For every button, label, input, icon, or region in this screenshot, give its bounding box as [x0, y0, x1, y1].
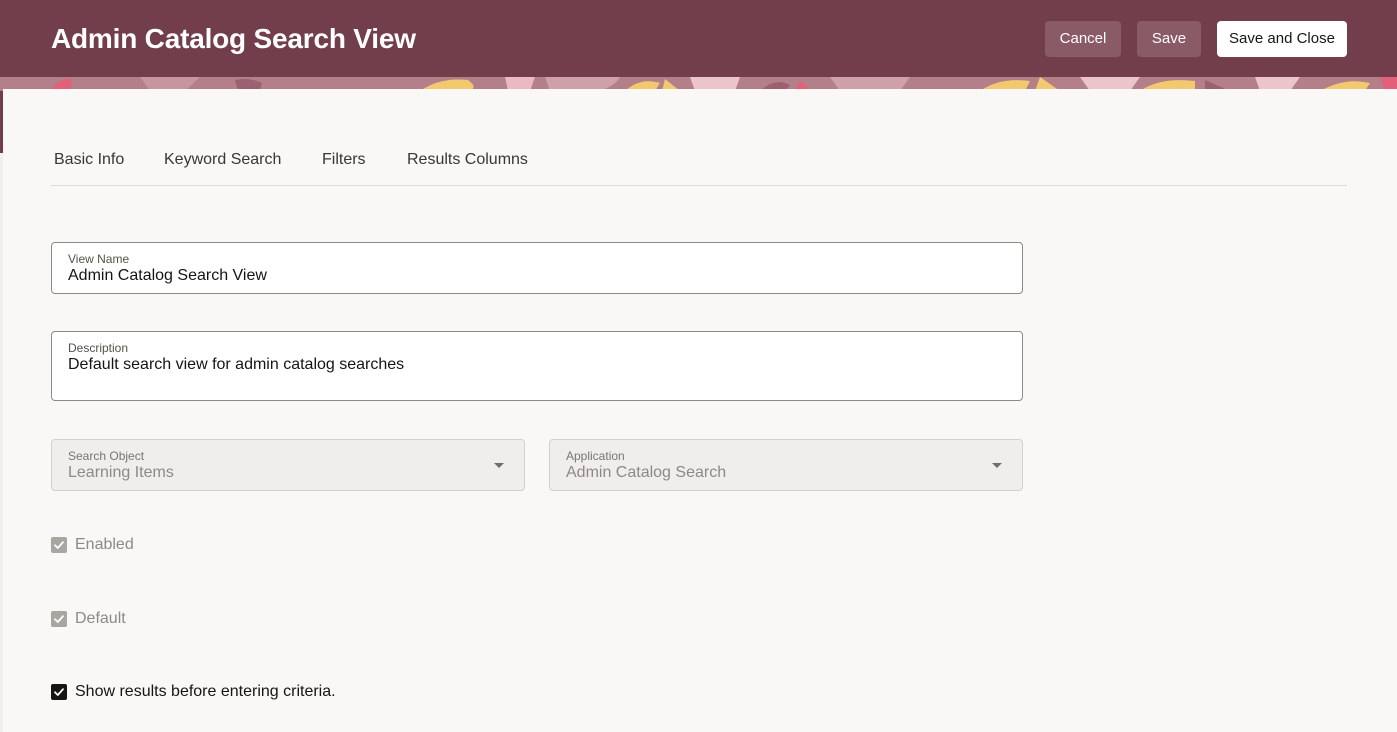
save-button[interactable]: Save — [1137, 21, 1201, 57]
tab-basic-info[interactable]: Basic Info — [54, 151, 124, 169]
search-object-value: Learning Items — [68, 464, 174, 481]
default-label: Default — [75, 610, 126, 627]
show-results-label[interactable]: Show results before entering criteria. — [75, 683, 336, 701]
checkmark-icon — [54, 615, 64, 623]
description-label: Description — [68, 341, 129, 355]
page-title: Admin Catalog Search View — [51, 23, 416, 54]
tab-bar: Basic Info Keyword Search Filters Result… — [51, 140, 1347, 186]
view-name-label: View Name — [68, 252, 130, 266]
application-label: Application — [566, 449, 625, 463]
enabled-checkbox-row: Enabled — [51, 535, 134, 555]
application-select: Application Admin Catalog Search — [549, 439, 1023, 491]
checkmark-icon — [54, 541, 64, 549]
description-field[interactable]: Description Default search view for admi… — [51, 331, 1023, 401]
enabled-label: Enabled — [75, 536, 134, 553]
tab-keyword-search[interactable]: Keyword Search — [164, 151, 281, 169]
default-checkbox-row: Default — [51, 609, 126, 629]
cancel-button[interactable]: Cancel — [1045, 21, 1121, 57]
chevron-down-icon — [992, 463, 1002, 468]
description-value: Default search view for admin catalog se… — [68, 356, 405, 373]
enabled-checkbox — [51, 537, 67, 553]
save-and-close-button[interactable]: Save and Close — [1217, 21, 1347, 57]
checkmark-icon — [54, 688, 64, 696]
view-name-value: Admin Catalog Search View — [68, 267, 267, 284]
tab-results-columns[interactable]: Results Columns — [407, 151, 528, 169]
application-value: Admin Catalog Search — [566, 464, 727, 481]
view-name-field[interactable]: View Name Admin Catalog Search View — [51, 242, 1023, 294]
default-checkbox — [51, 611, 67, 627]
search-object-label: Search Object — [68, 449, 145, 463]
search-object-select: Search Object Learning Items — [51, 439, 525, 491]
chevron-down-icon — [494, 463, 504, 468]
show-results-checkbox-row[interactable]: Show results before entering criteria. — [51, 682, 336, 702]
show-results-checkbox[interactable] — [51, 684, 67, 700]
tab-filters[interactable]: Filters — [322, 151, 366, 169]
